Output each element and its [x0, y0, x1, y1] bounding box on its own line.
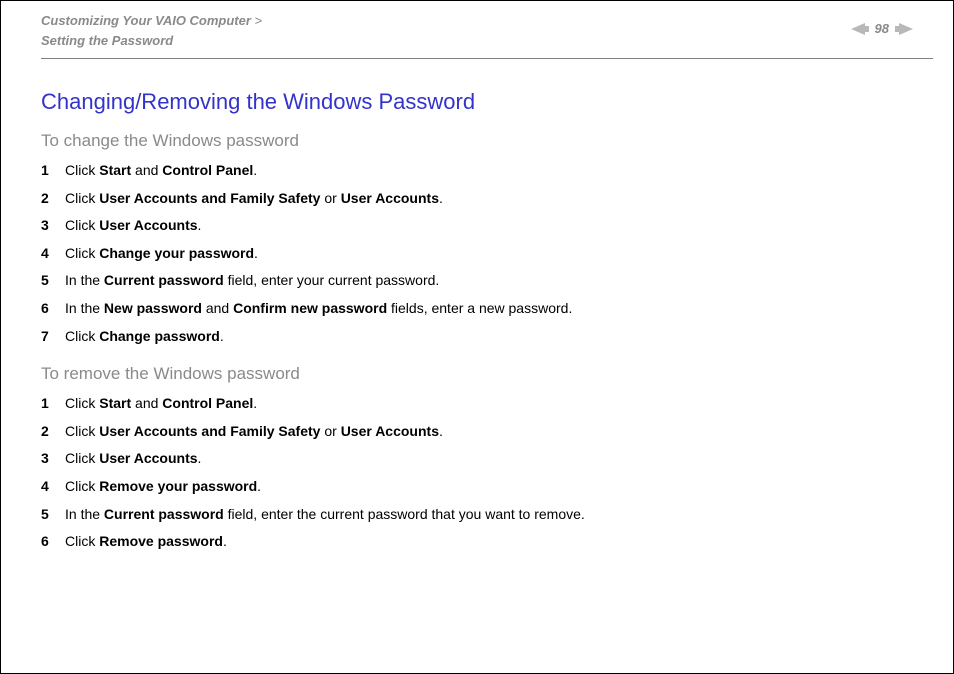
next-page-icon[interactable]	[895, 23, 913, 35]
section-heading-change: To change the Windows password	[41, 131, 913, 151]
step-text: Click Remove your password.	[65, 477, 261, 497]
page-header: Customizing Your VAIO Computer > Setting…	[1, 1, 953, 58]
step-number: 6	[41, 299, 65, 319]
step-text: In the Current password field, enter the…	[65, 505, 585, 525]
step-number: 2	[41, 189, 65, 209]
step-item: 4Click Change your password.	[41, 244, 913, 264]
step-item: 5In the Current password field, enter yo…	[41, 271, 913, 291]
step-number: 5	[41, 271, 65, 291]
page-title: Changing/Removing the Windows Password	[41, 89, 913, 115]
step-item: 7Click Change password.	[41, 327, 913, 347]
step-item: 1Click Start and Control Panel.	[41, 161, 913, 181]
step-number: 4	[41, 477, 65, 497]
step-text: In the Current password field, enter you…	[65, 271, 439, 291]
step-item: 3Click User Accounts.	[41, 216, 913, 236]
step-item: 6Click Remove password.	[41, 532, 913, 552]
step-text: Click Start and Control Panel.	[65, 161, 257, 181]
breadcrumb: Customizing Your VAIO Computer > Setting…	[41, 11, 262, 50]
step-text: Click User Accounts.	[65, 449, 201, 469]
step-item: 5In the Current password field, enter th…	[41, 505, 913, 525]
step-number: 7	[41, 327, 65, 347]
step-text: Click Start and Control Panel.	[65, 394, 257, 414]
step-number: 3	[41, 216, 65, 236]
step-text: Click User Accounts.	[65, 216, 201, 236]
step-text: Click User Accounts and Family Safety or…	[65, 422, 443, 442]
page-navigation: 98	[851, 11, 913, 36]
step-number: 3	[41, 449, 65, 469]
step-number: 5	[41, 505, 65, 525]
step-number: 1	[41, 161, 65, 181]
breadcrumb-line1: Customizing Your VAIO Computer	[41, 13, 251, 28]
step-text: Click Change password.	[65, 327, 224, 347]
step-item: 3Click User Accounts.	[41, 449, 913, 469]
breadcrumb-line2: Setting the Password	[41, 33, 173, 48]
step-text: In the New password and Confirm new pass…	[65, 299, 572, 319]
prev-page-icon[interactable]	[851, 23, 869, 35]
step-text: Click Remove password.	[65, 532, 227, 552]
breadcrumb-separator: >	[251, 13, 262, 28]
step-number: 2	[41, 422, 65, 442]
step-text: Click User Accounts and Family Safety or…	[65, 189, 443, 209]
page-content: Changing/Removing the Windows Password T…	[1, 59, 953, 590]
step-number: 1	[41, 394, 65, 414]
section-heading-remove: To remove the Windows password	[41, 364, 913, 384]
step-number: 4	[41, 244, 65, 264]
step-item: 4Click Remove your password.	[41, 477, 913, 497]
remove-password-steps: 1Click Start and Control Panel.2Click Us…	[41, 394, 913, 552]
step-number: 6	[41, 532, 65, 552]
page-number: 98	[875, 21, 889, 36]
step-item: 2Click User Accounts and Family Safety o…	[41, 422, 913, 442]
step-item: 2Click User Accounts and Family Safety o…	[41, 189, 913, 209]
step-text: Click Change your password.	[65, 244, 258, 264]
step-item: 6In the New password and Confirm new pas…	[41, 299, 913, 319]
change-password-steps: 1Click Start and Control Panel.2Click Us…	[41, 161, 913, 346]
step-item: 1Click Start and Control Panel.	[41, 394, 913, 414]
